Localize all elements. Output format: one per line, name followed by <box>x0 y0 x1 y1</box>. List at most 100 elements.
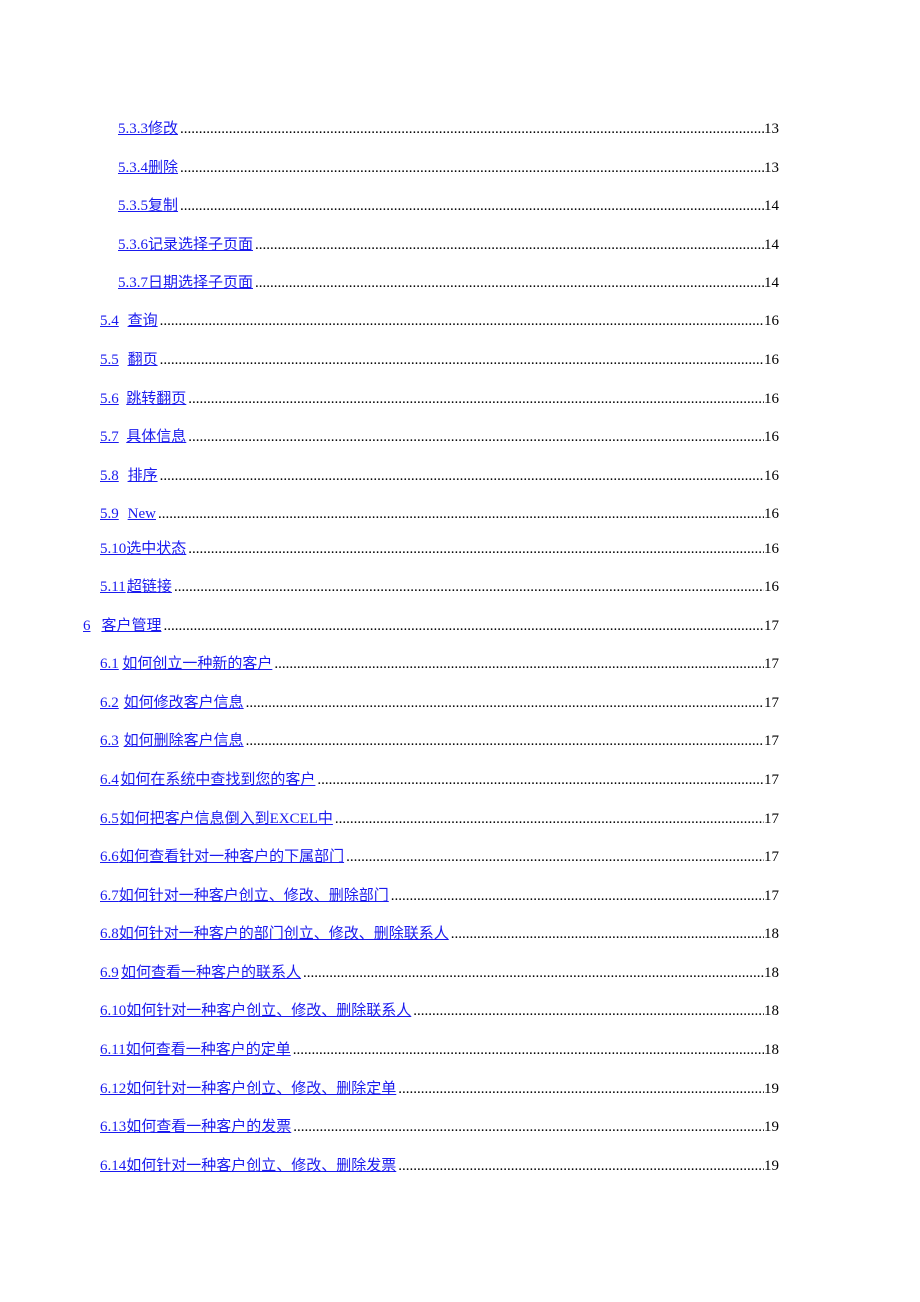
toc-entry-number-text[interactable]: 6.14 <box>100 1158 126 1174</box>
toc-entry-number[interactable]: 6.3 <box>100 730 124 752</box>
toc-entry[interactable]: 5.9 New 16 <box>100 503 779 525</box>
toc-entry[interactable]: 6.2 如何修改客户信息 17 <box>100 692 779 714</box>
toc-entry-number-text[interactable]: 6.12 <box>100 1081 126 1097</box>
toc-entry-number[interactable]: 5.4 <box>100 310 128 332</box>
toc-entry-number-text[interactable]: 6.5 <box>100 811 119 827</box>
toc-entry-number-text[interactable]: 5.8 <box>100 468 119 484</box>
toc-entry-number[interactable]: 6.4 <box>100 769 120 791</box>
toc-entry-title[interactable]: 如何针对一种客户创立、修改、删除部门 <box>119 885 389 907</box>
toc-entry-title[interactable]: New <box>128 503 156 525</box>
toc-entry-number-text[interactable]: 6.11 <box>100 1042 126 1058</box>
toc-entry-title[interactable]: 修改 <box>148 118 178 140</box>
toc-entry[interactable]: 6.12如何针对一种客户创立、修改、删除定单 19 <box>100 1078 779 1100</box>
toc-entry-number-text[interactable]: 6.10 <box>100 1003 126 1019</box>
toc-entry-title[interactable]: 具体信息 <box>126 426 186 448</box>
toc-entry[interactable]: 6.1如何创立一种新的客户 17 <box>100 653 779 675</box>
toc-entry-title[interactable]: 查询 <box>128 310 158 332</box>
toc-entry[interactable]: 6.9如何查看一种客户的联系人 18 <box>100 962 779 984</box>
toc-entry-number[interactable]: 6 <box>83 615 101 637</box>
toc-entry-title[interactable]: 如何查看一种客户的发票 <box>126 1116 291 1138</box>
toc-entry-number-text[interactable]: 6 <box>83 618 91 634</box>
toc-entry-title[interactable]: 如何查看一种客户的定单 <box>126 1039 291 1061</box>
toc-entry-title[interactable]: 如何针对一种客户创立、修改、删除联系人 <box>126 1000 411 1022</box>
toc-entry-number-text[interactable]: 6.3 <box>100 733 119 749</box>
toc-entry[interactable]: 5.7 具体信息 16 <box>100 426 779 448</box>
toc-entry[interactable]: 5.4 查询 16 <box>100 310 779 332</box>
toc-entry-title[interactable]: 超链接 <box>127 576 172 598</box>
toc-entry[interactable]: 5.8 排序 16 <box>100 465 779 487</box>
toc-entry-number-text[interactable]: 6.6 <box>100 849 119 865</box>
toc-entry[interactable]: 5.3.7日期选择子页面 14 <box>118 272 779 294</box>
toc-entry[interactable]: 5.6 跳转翻页 16 <box>100 388 779 410</box>
toc-entry-title[interactable]: 如何针对一种客户创立、修改、删除定单 <box>126 1078 396 1100</box>
toc-entry-number[interactable]: 5.10 <box>100 538 126 560</box>
toc-entry-number-text[interactable]: 5.4 <box>100 313 119 329</box>
toc-entry-number[interactable]: 6.6 <box>100 846 119 868</box>
toc-entry[interactable]: 5.10选中状态 16 <box>100 538 779 560</box>
toc-entry-title[interactable]: 如何针对一种客户创立、修改、删除发票 <box>126 1155 396 1177</box>
toc-entry[interactable]: 5.3.4删除 13 <box>118 157 779 179</box>
toc-entry[interactable]: 6.4如何在系统中查找到您的客户 17 <box>100 769 779 791</box>
toc-entry[interactable]: 6.6如何查看针对一种客户的下属部门 17 <box>100 846 779 868</box>
toc-entry-title[interactable]: 如何创立一种新的客户 <box>122 653 272 675</box>
toc-entry-number[interactable]: 6.14 <box>100 1155 126 1177</box>
toc-entry[interactable]: 6.7如何针对一种客户创立、修改、删除部门 17 <box>100 885 779 907</box>
toc-entry-number-text[interactable]: 5.3.7 <box>118 275 148 291</box>
toc-entry-number[interactable]: 5.11 <box>100 576 127 598</box>
toc-entry-title[interactable]: 如何修改客户信息 <box>124 692 244 714</box>
toc-entry[interactable]: 6.5如何把客户信息倒入到EXCEL中 17 <box>100 808 779 830</box>
toc-entry-number[interactable]: 5.6 <box>100 388 126 410</box>
toc-entry-title[interactable]: 删除 <box>148 157 178 179</box>
toc-entry-number[interactable]: 6.1 <box>100 653 122 675</box>
toc-entry-number[interactable]: 5.5 <box>100 349 128 371</box>
toc-entry-title[interactable]: 记录选择子页面 <box>148 234 253 256</box>
toc-entry-title[interactable]: 如何删除客户信息 <box>124 730 244 752</box>
toc-entry-number[interactable]: 5.3.4 <box>118 157 148 179</box>
toc-entry-number-text[interactable]: 5.3.6 <box>118 237 148 253</box>
toc-entry-number[interactable]: 6.10 <box>100 1000 126 1022</box>
toc-entry-number-text[interactable]: 6.4 <box>100 772 119 788</box>
toc-entry-number[interactable]: 5.8 <box>100 465 128 487</box>
toc-entry-number[interactable]: 6.8 <box>100 923 119 945</box>
toc-entry[interactable]: 5.3.5复制 14 <box>118 195 779 217</box>
toc-entry-number-text[interactable]: 6.13 <box>100 1119 126 1135</box>
toc-entry-number-text[interactable]: 6.2 <box>100 695 119 711</box>
toc-entry-title[interactable]: 如何针对一种客户的部门创立、修改、删除联系人 <box>119 923 449 945</box>
toc-entry-number[interactable]: 5.7 <box>100 426 126 448</box>
toc-entry-title[interactable]: 如何把客户信息倒入到EXCEL中 <box>120 808 333 830</box>
toc-entry-title[interactable]: 选中状态 <box>126 538 186 560</box>
toc-entry-number[interactable]: 6.13 <box>100 1116 126 1138</box>
toc-entry-number-text[interactable]: 6.7 <box>100 888 119 904</box>
toc-entry-number[interactable]: 5.3.3 <box>118 118 148 140</box>
toc-entry[interactable]: 5.5 翻页 16 <box>100 349 779 371</box>
toc-entry-number[interactable]: 6.12 <box>100 1078 126 1100</box>
toc-entry-number[interactable]: 5.9 <box>100 503 128 525</box>
toc-entry-number-text[interactable]: 6.1 <box>100 656 119 672</box>
toc-entry-number-text[interactable]: 5.3.3 <box>118 121 148 137</box>
toc-entry-number-text[interactable]: 5.11 <box>100 579 126 595</box>
toc-entry-title[interactable]: 客户管理 <box>101 615 161 637</box>
toc-entry-number[interactable]: 5.3.6 <box>118 234 148 256</box>
toc-entry[interactable]: 6.3 如何删除客户信息 17 <box>100 730 779 752</box>
toc-entry-number-text[interactable]: 5.3.4 <box>118 160 148 176</box>
toc-entry-number-text[interactable]: 5.6 <box>100 391 119 407</box>
toc-entry-number[interactable]: 5.3.7 <box>118 272 148 294</box>
toc-entry-title[interactable]: 排序 <box>128 465 158 487</box>
toc-entry-number-text[interactable]: 6.8 <box>100 926 119 942</box>
toc-entry-title[interactable]: 如何查看针对一种客户的下属部门 <box>119 846 344 868</box>
toc-entry-number-text[interactable]: 5.7 <box>100 429 119 445</box>
toc-entry-title[interactable]: 如何在系统中查找到您的客户 <box>120 769 315 791</box>
toc-entry-title[interactable]: 翻页 <box>128 349 158 371</box>
toc-entry-number[interactable]: 6.11 <box>100 1039 126 1061</box>
toc-entry-number[interactable]: 6.5 <box>100 808 120 830</box>
toc-entry[interactable]: 6 客户管理 17 <box>83 615 779 637</box>
toc-entry-number-text[interactable]: 5.3.5 <box>118 198 148 214</box>
toc-entry-number-text[interactable]: 6.9 <box>100 965 119 981</box>
toc-entry[interactable]: 5.3.6记录选择子页面 14 <box>118 234 779 256</box>
toc-entry-number-text[interactable]: 5.10 <box>100 541 126 557</box>
toc-entry-title[interactable]: 复制 <box>148 195 178 217</box>
toc-entry-number-text[interactable]: 5.9 <box>100 506 119 522</box>
toc-entry-number[interactable]: 5.3.5 <box>118 195 148 217</box>
toc-entry-number-text[interactable]: 5.5 <box>100 352 119 368</box>
toc-entry[interactable]: 6.14如何针对一种客户创立、修改、删除发票 19 <box>100 1155 779 1177</box>
